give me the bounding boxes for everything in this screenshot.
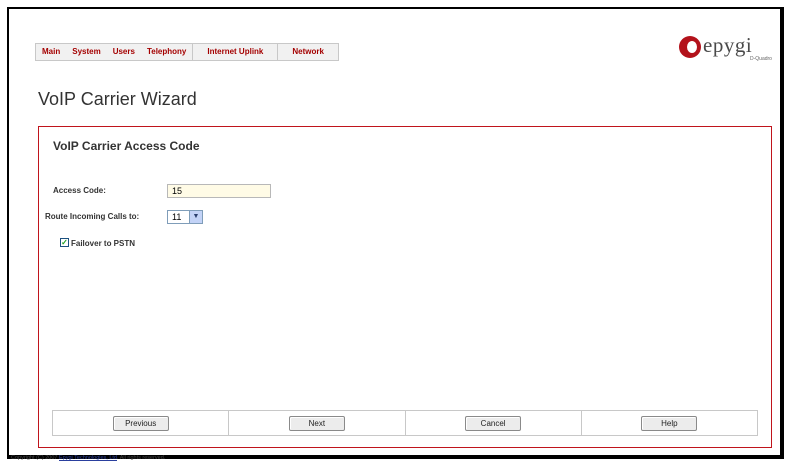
previous-button[interactable]: Previous: [112, 415, 169, 431]
button-cell-previous: Previous: [53, 411, 228, 435]
logo-subtitle: D-Quadro: [750, 56, 772, 62]
footer-prefix: Copyright (C) 2007: [11, 455, 58, 461]
section-title: VoIP Carrier Access Code: [53, 139, 200, 153]
footer-suffix: . All rights reserved.: [117, 455, 166, 461]
nav-item-network[interactable]: Network: [277, 44, 338, 60]
access-code-input[interactable]: 15: [167, 184, 271, 198]
footer-copyright: Copyright (C) 2007 Epygi Technologies, L…: [11, 455, 165, 461]
nav-item-system[interactable]: System: [66, 44, 106, 60]
nav-item-main[interactable]: Main: [36, 44, 66, 60]
button-cell-next: Next: [228, 411, 404, 435]
access-code-label: Access Code:: [53, 186, 106, 195]
nav-item-users[interactable]: Users: [107, 44, 141, 60]
nav-item-telephony[interactable]: Telephony: [141, 44, 192, 60]
epygi-logo: epygi D-Quadro: [679, 33, 773, 75]
wizard-panel: VoIP Carrier Access Code Access Code: 15…: [38, 126, 772, 448]
logo-mark-icon: [679, 36, 701, 58]
nav-item-internet-uplink[interactable]: Internet Uplink: [192, 44, 277, 60]
button-cell-help: Help: [580, 411, 757, 435]
help-button[interactable]: Help: [641, 415, 698, 431]
route-incoming-label: Route Incoming Calls to:: [45, 212, 140, 221]
footer-company-link[interactable]: Epygi Technologies, Ltd: [59, 455, 117, 461]
top-navigation: Main System Users Telephony Internet Upl…: [35, 43, 339, 61]
button-bar: Previous Next Cancel Help: [52, 410, 758, 436]
next-button[interactable]: Next: [288, 415, 345, 431]
cancel-button[interactable]: Cancel: [465, 415, 522, 431]
route-incoming-select[interactable]: 11 ▼: [167, 210, 203, 224]
failover-checkbox[interactable]: ✓: [60, 238, 69, 247]
page-title: VoIP Carrier Wizard: [38, 89, 197, 109]
logo-text: epygi: [703, 33, 753, 57]
button-cell-cancel: Cancel: [404, 411, 581, 435]
chevron-down-icon[interactable]: ▼: [189, 211, 202, 223]
failover-label: Failover to PSTN: [71, 239, 136, 248]
route-select-value: 11: [172, 212, 182, 222]
window-frame: Main System Users Telephony Internet Upl…: [7, 7, 784, 461]
